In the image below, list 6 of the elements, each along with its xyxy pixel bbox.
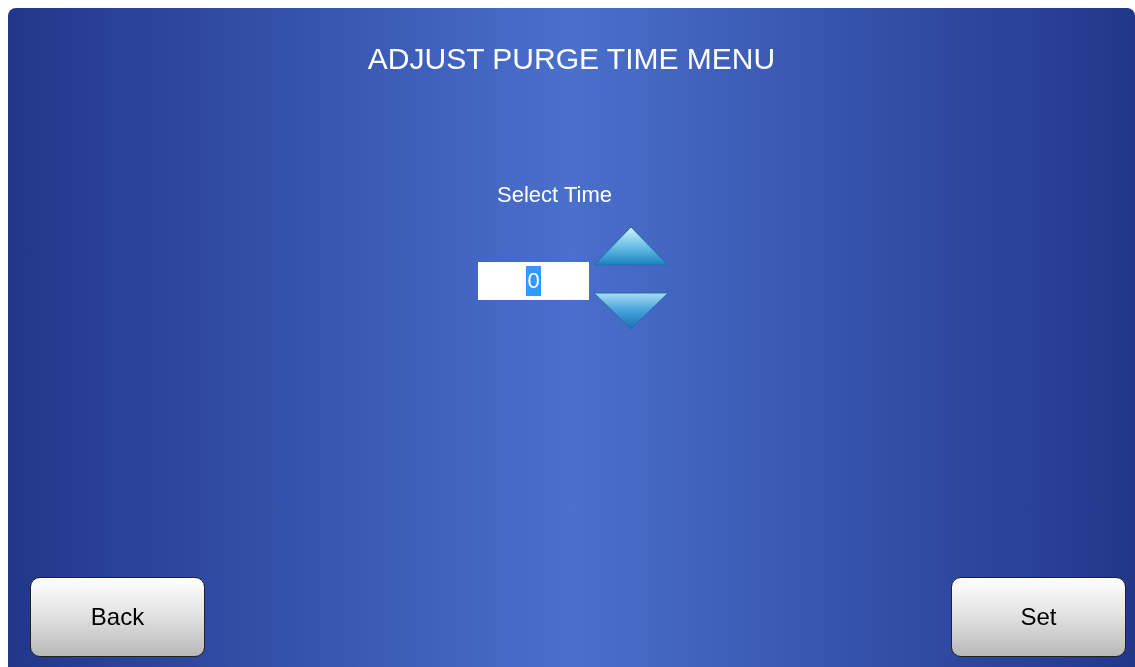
up-arrow-icon[interactable]	[593, 226, 669, 266]
down-arrow-icon[interactable]	[593, 292, 669, 330]
select-time-label: Select Time	[497, 182, 612, 208]
menu-title: ADJUST PURGE TIME MENU	[367, 41, 776, 77]
back-button[interactable]: Back	[30, 577, 205, 657]
set-button[interactable]: Set	[951, 577, 1126, 657]
